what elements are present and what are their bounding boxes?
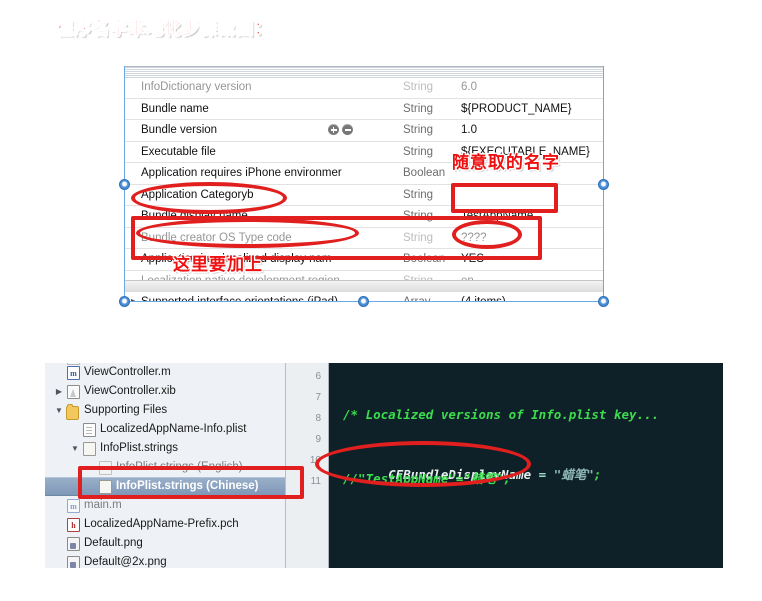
code-equals: = bbox=[531, 467, 554, 482]
list-item[interactable]: m main.m bbox=[45, 496, 285, 515]
page-title: 程序名字本地化步骤截图： bbox=[56, 19, 272, 39]
selection-handle-right[interactable] bbox=[598, 179, 609, 190]
annotation-text-add-here: 这里要加上 bbox=[173, 255, 263, 274]
plist-icon bbox=[83, 423, 96, 437]
code-line-commented-out: //"TestAppName"="蜡笔"; bbox=[343, 471, 511, 486]
list-item[interactable]: InfoPlist.strings (English) bbox=[45, 458, 285, 477]
table-row[interactable]: Application Categoryb String bbox=[125, 185, 603, 206]
file-label: LocalizedAppName-Prefix.pch bbox=[84, 518, 239, 530]
objc-implementation-icon: m bbox=[67, 366, 80, 380]
project-navigator[interactable]: m ViewController.m ▶ ViewController.xib … bbox=[45, 363, 286, 568]
line-number: 9 bbox=[315, 434, 321, 445]
file-label: ViewController.xib bbox=[84, 385, 176, 397]
selection-handle-bottom-mid[interactable] bbox=[358, 296, 369, 307]
plist-type: String bbox=[403, 81, 434, 93]
plist-type: String bbox=[403, 210, 434, 222]
plist-key: Application Categoryb bbox=[141, 188, 254, 201]
plist-key: Bundle display name bbox=[141, 210, 248, 222]
list-item[interactable]: m ViewController.m bbox=[45, 363, 285, 382]
plist-key: Executable file bbox=[141, 145, 216, 158]
disclosure-triangle-icon[interactable]: ▶ bbox=[54, 382, 64, 401]
remove-row-icon[interactable] bbox=[342, 124, 353, 136]
code-string: "蜡笔" bbox=[553, 467, 594, 482]
plist-value: 1.0 bbox=[461, 124, 477, 136]
plist-bottom-bar bbox=[125, 280, 603, 292]
file-label: LocalizedAppName-Info.plist bbox=[100, 423, 247, 435]
source-code-editor[interactable]: /* Localized versions of Info.plist key.… bbox=[329, 363, 723, 568]
line-number: 6 bbox=[315, 371, 321, 382]
file-label: Supporting Files bbox=[84, 404, 168, 416]
disclosure-triangle-icon[interactable]: ▼ bbox=[70, 439, 80, 458]
line-number: 7 bbox=[315, 392, 321, 403]
folder-icon bbox=[66, 404, 79, 420]
table-row[interactable]: Bundle creator OS Type code String ???? bbox=[125, 228, 603, 249]
plist-type: String bbox=[403, 188, 434, 201]
plist-key: InfoDictionary version bbox=[141, 81, 252, 93]
plist-type: Boolean bbox=[403, 167, 446, 179]
xcode-screenshot: m ViewController.m ▶ ViewController.xib … bbox=[45, 363, 723, 568]
table-row[interactable]: InfoDictionary version String 6.0 bbox=[125, 77, 603, 99]
selection-handle-left[interactable] bbox=[119, 179, 130, 190]
png-icon bbox=[67, 537, 80, 551]
xib-icon bbox=[67, 385, 80, 399]
add-row-icon[interactable] bbox=[328, 124, 339, 136]
table-row[interactable]: Bundle display name String TestAppName bbox=[125, 206, 603, 228]
plist-type: String bbox=[403, 102, 434, 115]
line-number: 11 bbox=[310, 476, 321, 487]
list-item[interactable]: ▼ InfoPlist.strings bbox=[45, 439, 285, 458]
line-number: 8 bbox=[315, 413, 321, 424]
plist-key: Bundle version bbox=[141, 124, 218, 136]
list-item[interactable]: Default@2x.png bbox=[45, 553, 285, 568]
file-label: main.m bbox=[84, 499, 122, 511]
plist-key: Bundle name bbox=[141, 102, 209, 115]
code-line-comment: /* Localized versions of Info.plist key.… bbox=[343, 407, 660, 422]
list-item[interactable]: LocalizedAppName-Info.plist bbox=[45, 420, 285, 439]
file-label: InfoPlist.strings (Chinese) bbox=[116, 480, 259, 492]
header-icon: h bbox=[67, 518, 80, 532]
file-label: InfoPlist.strings bbox=[100, 442, 178, 454]
plist-type: String bbox=[403, 124, 434, 136]
table-row[interactable]: Bundle version String 1.0 bbox=[125, 120, 603, 142]
disclosure-triangle-icon[interactable]: ▼ bbox=[54, 401, 64, 420]
list-item[interactable]: h LocalizedAppName-Prefix.pch bbox=[45, 515, 285, 534]
plist-value: 6.0 bbox=[461, 81, 477, 93]
list-item[interactable]: Default.png bbox=[45, 534, 285, 553]
file-label: InfoPlist.strings (English) bbox=[116, 461, 243, 473]
plist-value: ???? bbox=[461, 231, 487, 244]
plist-type: String bbox=[403, 231, 434, 244]
selection-handle-bottom-left[interactable] bbox=[119, 296, 130, 307]
strings-icon bbox=[83, 442, 96, 456]
plist-value: YES bbox=[461, 253, 485, 265]
annotation-text-random-name: 随意取的名字 bbox=[452, 153, 560, 172]
file-label: ViewController.m bbox=[84, 366, 171, 378]
plist-value: TestAppName bbox=[461, 210, 534, 222]
file-label: Default.png bbox=[84, 537, 143, 549]
file-label: Default@2x.png bbox=[84, 556, 167, 568]
editor-gutter: 6 7 8 9 10 11 bbox=[286, 363, 329, 568]
selection-handle-bottom-right[interactable] bbox=[598, 296, 609, 307]
plist-type: String bbox=[403, 145, 434, 158]
list-item[interactable]: ▼ Supporting Files bbox=[45, 401, 285, 420]
plist-value: ${PRODUCT_NAME} bbox=[461, 102, 572, 115]
plist-key: Bundle creator OS Type code bbox=[141, 231, 292, 244]
list-item-selected[interactable]: InfoPlist.strings (Chinese) bbox=[45, 477, 285, 496]
code-semicolon: ; bbox=[593, 467, 602, 482]
plist-key: Application requires iPhone environmer bbox=[141, 167, 342, 179]
table-row[interactable]: Bundle name String ${PRODUCT_NAME} bbox=[125, 99, 603, 120]
row-add-remove-controls[interactable] bbox=[328, 120, 368, 141]
list-item[interactable]: ▶ ViewController.xib bbox=[45, 382, 285, 401]
strings-icon bbox=[99, 461, 112, 475]
objc-implementation-icon: m bbox=[67, 499, 80, 513]
strings-icon bbox=[99, 480, 112, 494]
line-number: 10 bbox=[309, 455, 321, 466]
plist-type: Boolean bbox=[403, 253, 446, 265]
png-icon bbox=[67, 556, 80, 568]
